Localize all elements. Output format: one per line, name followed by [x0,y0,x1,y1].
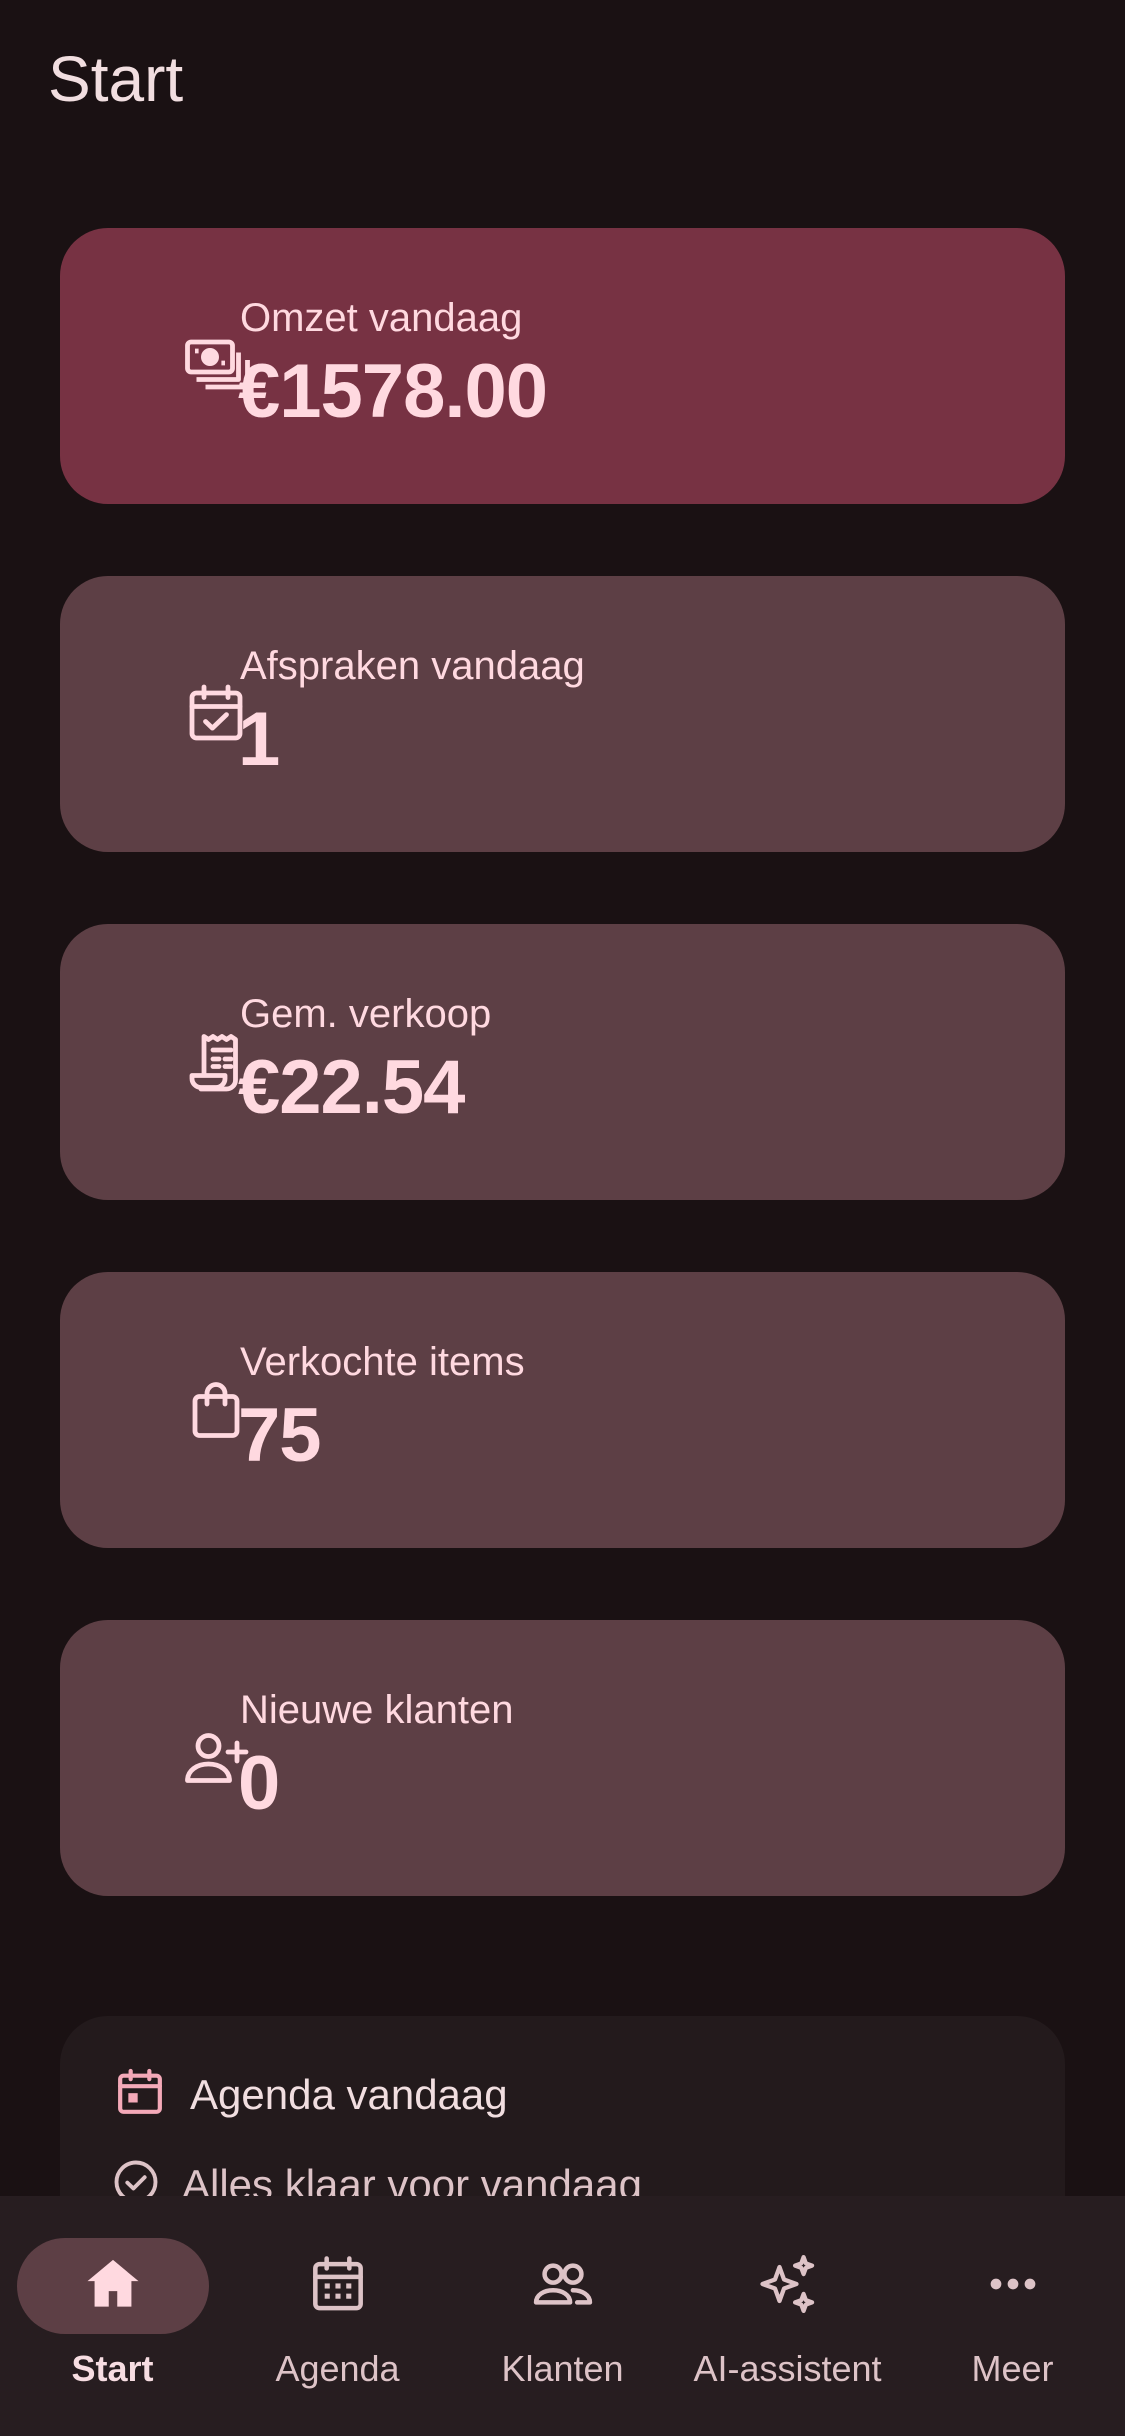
stat-card-new-customers[interactable]: Nieuwe klanten 0 [60,1620,1065,1896]
bottom-navigation: Start Agenda Klanten AI-assistent Meer [0,2196,1125,2436]
stat-label: Nieuwe klanten [240,1688,514,1732]
stat-card-revenue[interactable]: Omzet vandaag €1578.00 [60,228,1065,504]
nav-label: AI-assistent [693,2348,882,2389]
stat-card-items-sold[interactable]: Verkochte items 75 [60,1272,1065,1548]
nav-item-meer[interactable]: Meer [900,2196,1125,2436]
stat-value: €1578.00 [238,349,548,434]
nav-item-agenda[interactable]: Agenda [225,2196,450,2436]
nav-active-indicator [16,2238,209,2334]
calendar-icon [112,2064,168,2125]
home-icon [79,2250,147,2323]
nav-label: Start [71,2348,154,2389]
nav-label: Meer [971,2348,1054,2389]
stat-value: 1 [238,697,280,782]
people-icon [529,2250,597,2323]
more-horizontal-icon [979,2250,1047,2323]
agenda-title: Agenda vandaag [190,2070,508,2118]
stat-card-appointments[interactable]: Afspraken vandaag 1 [60,576,1065,852]
stat-card-average-sale[interactable]: Gem. verkoop €22.54 [60,924,1065,1200]
stat-value: 0 [238,1741,280,1826]
page-title: Start [48,43,184,115]
screen: Start Omzet vandaag €1578.00 Afspraken v… [0,0,1125,2436]
sparkle-icon [754,2250,822,2323]
nav-item-start[interactable]: Start [0,2196,225,2436]
nav-item-klanten[interactable]: Klanten [450,2196,675,2436]
nav-item-ai-assistent[interactable]: AI-assistent [675,2196,900,2436]
nav-label: Klanten [501,2348,624,2389]
agenda-header: Agenda vandaag [112,2064,508,2125]
nav-label: Agenda [275,2348,400,2389]
stat-value: 75 [238,1393,322,1478]
stat-label: Afspraken vandaag [240,644,585,688]
stat-label: Omzet vandaag [240,296,523,340]
stat-label: Gem. verkoop [240,992,492,1036]
calendar-grid-icon [304,2250,372,2323]
stat-label: Verkochte items [240,1340,525,1384]
stat-value: €22.54 [238,1045,465,1130]
